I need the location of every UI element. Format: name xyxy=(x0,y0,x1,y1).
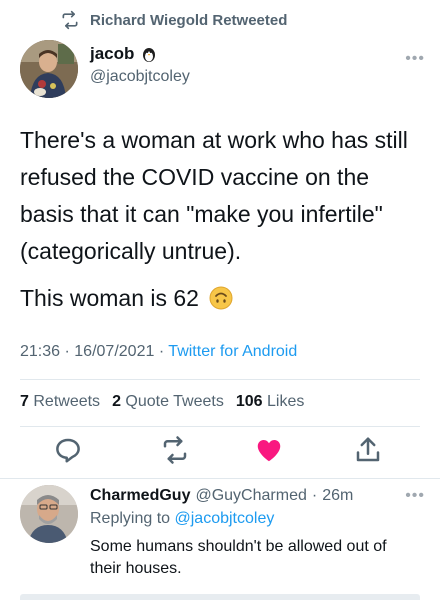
reply-tweet[interactable]: CharmedGuy @GuyCharmed · 26m Replying to @… xyxy=(20,485,425,595)
divider xyxy=(0,478,440,479)
tweet-text: There's a woman at work who has still re… xyxy=(20,122,420,317)
tweet-time: 21:36 xyxy=(20,343,61,360)
reply-avatar[interactable] xyxy=(20,485,78,543)
replying-to-mention[interactable]: @jacobjtcoley xyxy=(175,510,275,527)
divider xyxy=(20,379,420,380)
reply-age: 26m xyxy=(322,487,354,504)
composer-edge xyxy=(20,594,420,600)
share-icon[interactable] xyxy=(353,435,383,465)
more-icon[interactable]: ••• xyxy=(405,50,425,68)
quote-tweets-stat[interactable]: 2 Quote Tweets xyxy=(112,393,224,411)
reply-icon[interactable] xyxy=(53,435,83,465)
replying-to: Replying to @jacobjtcoley xyxy=(90,510,275,527)
divider xyxy=(20,426,420,427)
upside-down-face-emoji-icon xyxy=(209,286,233,310)
penguin-emoji-icon xyxy=(143,48,156,62)
like-icon[interactable] xyxy=(254,435,284,465)
tweet-text-line1: There's a woman at work who has still re… xyxy=(20,127,408,264)
tweet-meta: 21:36 · 16/07/2021 · Twitter for Android xyxy=(20,343,298,360)
author-avatar[interactable] xyxy=(20,40,78,98)
tweet-stats: 7 Retweets 2 Quote Tweets 106 Likes xyxy=(20,393,304,411)
retweet-icon[interactable] xyxy=(160,435,190,465)
reply-text: Some humans shouldn't be allowed out of … xyxy=(90,538,387,577)
more-icon[interactable]: ••• xyxy=(405,487,425,505)
reply-display-name[interactable]: CharmedGuy xyxy=(90,487,190,505)
likes-stat[interactable]: 106 Likes xyxy=(236,393,305,411)
tweet-actions xyxy=(20,435,420,471)
retweeted-banner-text[interactable]: Richard Wiegold Retweeted xyxy=(90,12,287,29)
retweet-icon xyxy=(62,10,78,30)
author-display-name[interactable]: jacob xyxy=(90,44,134,64)
tweet-author: jacob @jacobjtcoley ••• xyxy=(20,40,425,100)
author-handle[interactable]: @jacobjtcoley xyxy=(90,68,190,86)
tweet-date: 16/07/2021 xyxy=(74,343,155,360)
retweets-stat[interactable]: 7 Retweets xyxy=(20,393,100,411)
tweet-source-link[interactable]: Twitter for Android xyxy=(168,343,297,360)
retweeted-banner: Richard Wiegold Retweeted xyxy=(60,8,287,32)
reply-handle[interactable]: @GuyCharmed xyxy=(195,487,306,505)
tweet-text-line2: This woman is 62 xyxy=(20,280,420,317)
